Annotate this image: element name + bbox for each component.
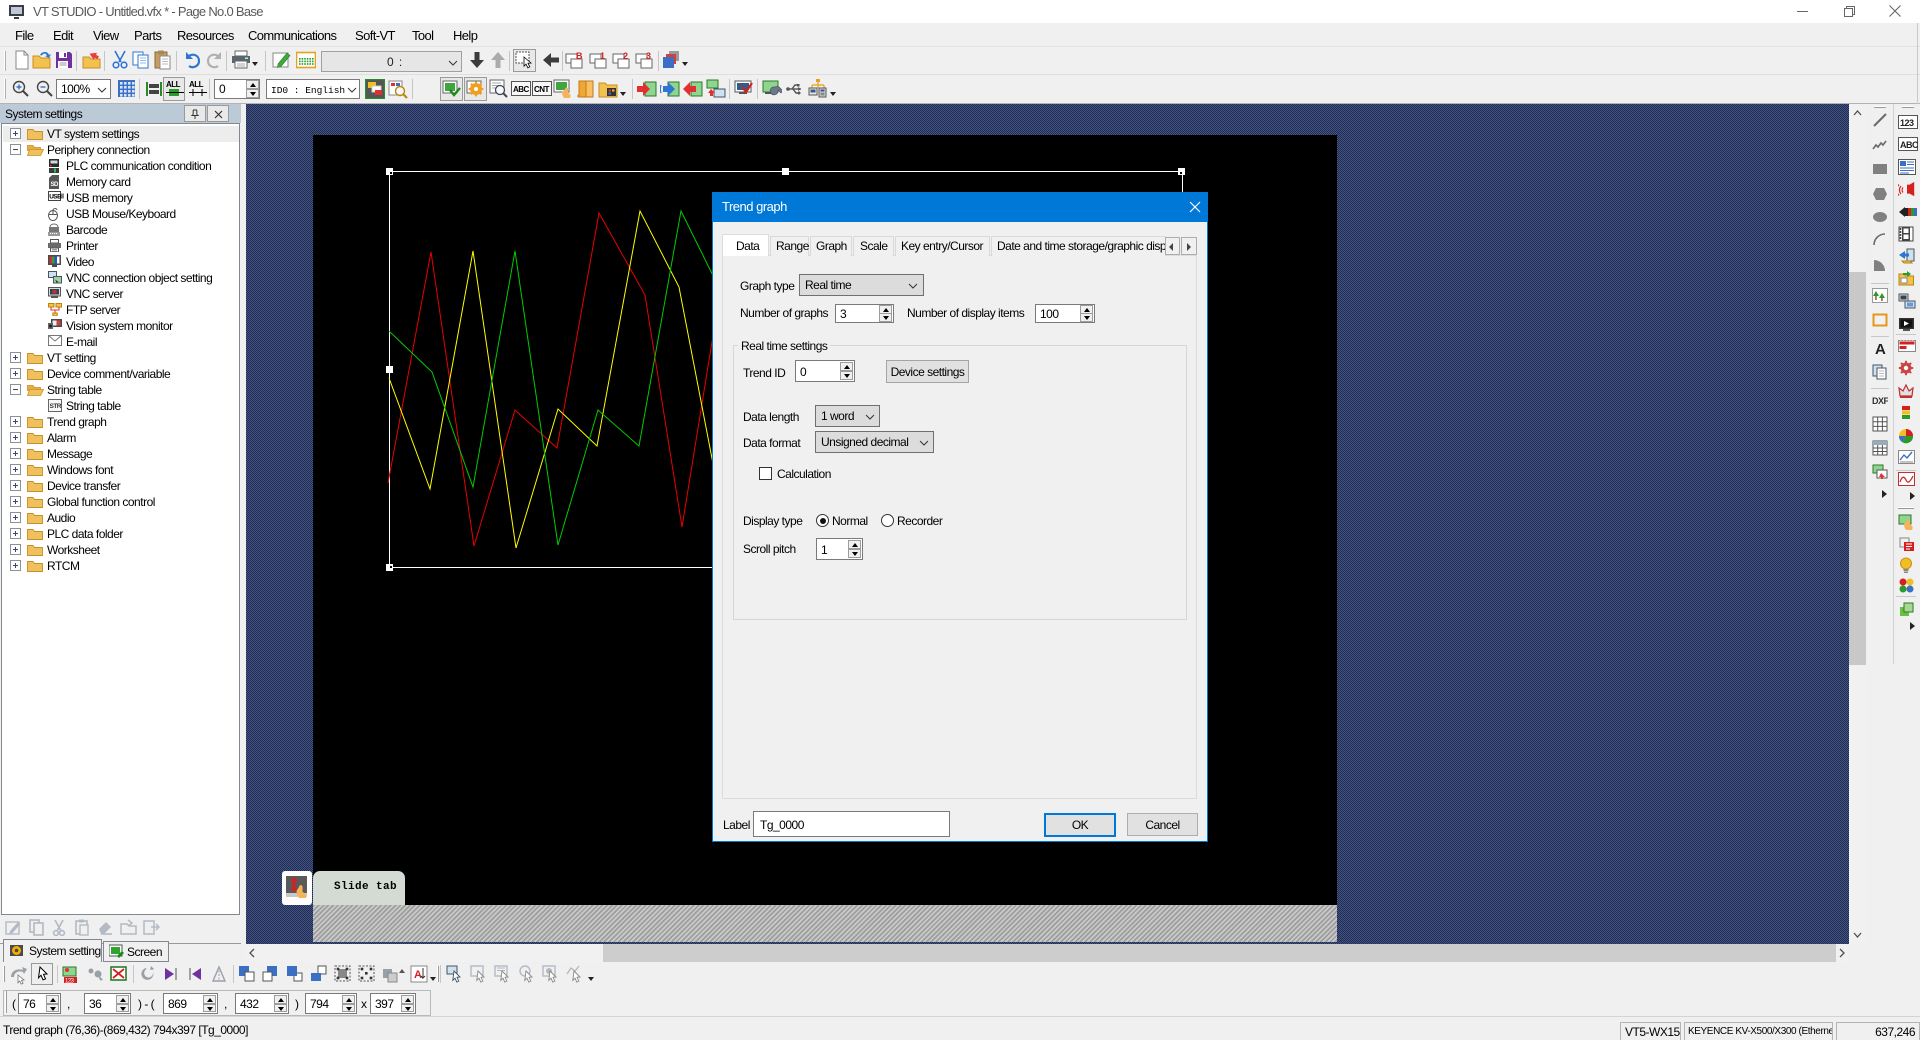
svg-text:STR: STR xyxy=(50,403,62,410)
svg-text:2: 2 xyxy=(623,51,628,61)
svg-text:ALL: ALL xyxy=(189,80,204,89)
svg-text:CNT: CNT xyxy=(534,85,550,94)
svg-text:ABC: ABC xyxy=(513,85,530,94)
svg-text:123: 123 xyxy=(1900,118,1914,128)
svg-text:3: 3 xyxy=(646,51,651,61)
svg-text:ALL: ALL xyxy=(166,80,181,89)
svg-text:A: A xyxy=(414,969,422,981)
svg-text:123: 123 xyxy=(65,979,75,985)
svg-text:DXF: DXF xyxy=(1872,396,1888,406)
svg-text:B: B xyxy=(576,51,583,61)
svg-text:1: 1 xyxy=(600,51,605,61)
svg-text:A: A xyxy=(1875,341,1886,356)
svg-text:ABC: ABC xyxy=(1900,140,1918,150)
svg-text:USB: USB xyxy=(49,194,62,201)
svg-text:SD: SD xyxy=(51,182,60,188)
